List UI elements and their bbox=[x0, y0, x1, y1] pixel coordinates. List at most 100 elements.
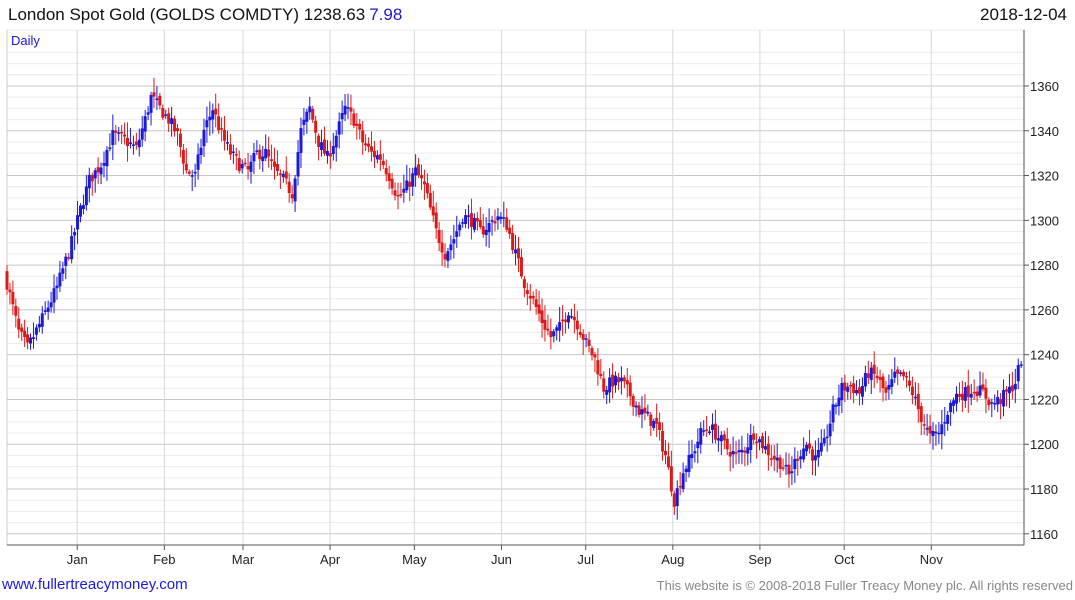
ohlc-body bbox=[164, 114, 168, 116]
x-tick-label: Aug bbox=[661, 552, 684, 567]
ohlc-body bbox=[781, 467, 785, 469]
ohlc-body bbox=[540, 310, 544, 323]
y-tick-label: 1160 bbox=[1030, 527, 1058, 542]
ohlc-body bbox=[361, 130, 365, 143]
ohlc-body bbox=[640, 409, 644, 415]
ohlc-body bbox=[619, 377, 623, 382]
ohlc-body bbox=[508, 227, 512, 234]
ohlc-body bbox=[440, 242, 444, 253]
ohlc-body bbox=[387, 173, 391, 182]
ohlc-body bbox=[581, 333, 585, 340]
ohlc-body bbox=[428, 192, 432, 208]
ohlc-body bbox=[14, 305, 18, 316]
ohlc-body bbox=[572, 316, 576, 321]
ohlc-body bbox=[140, 128, 144, 140]
ohlc-body bbox=[425, 183, 429, 194]
ohlc-body bbox=[631, 395, 635, 407]
ohlc-body bbox=[511, 233, 515, 251]
ohlc-body bbox=[102, 163, 106, 166]
ohlc-body bbox=[340, 113, 344, 120]
ohlc-body bbox=[128, 142, 132, 144]
ohlc-body bbox=[322, 139, 326, 154]
ohlc-body bbox=[358, 123, 362, 130]
ohlc-body bbox=[452, 239, 456, 244]
ohlc-body bbox=[287, 181, 291, 194]
ohlc-body bbox=[922, 424, 926, 426]
ohlc-body bbox=[646, 411, 650, 414]
ohlc-body bbox=[869, 367, 873, 380]
ohlc-body bbox=[884, 387, 888, 393]
ohlc-body bbox=[264, 148, 268, 159]
ohlc-body bbox=[217, 116, 221, 131]
ohlc-body bbox=[990, 402, 994, 404]
ohlc-body bbox=[143, 116, 147, 132]
ohlc-body bbox=[464, 215, 468, 225]
ohlc-body bbox=[713, 423, 717, 440]
ohlc-body bbox=[878, 377, 882, 380]
ohlc-body bbox=[737, 450, 741, 453]
ohlc-body bbox=[484, 229, 488, 236]
ohlc-body bbox=[434, 212, 438, 229]
ohlc-body bbox=[681, 473, 685, 490]
ohlc-body bbox=[199, 147, 203, 156]
ohlc-body bbox=[26, 334, 30, 343]
x-tick-label: Mar bbox=[232, 552, 255, 567]
ohlc-body bbox=[611, 374, 615, 387]
ohlc-body bbox=[543, 319, 547, 330]
ohlc-body bbox=[778, 457, 782, 469]
ohlc-body bbox=[678, 485, 682, 488]
ohlc-body bbox=[381, 160, 385, 166]
ohlc-body bbox=[605, 390, 609, 395]
ohlc-body bbox=[960, 393, 964, 401]
ohlc-body bbox=[240, 163, 244, 169]
ohlc-body bbox=[858, 387, 862, 394]
ohlc-body bbox=[940, 424, 944, 435]
website-link[interactable]: www.fullertreacymoney.com bbox=[2, 576, 188, 593]
ohlc-body bbox=[616, 377, 620, 383]
ohlc-body bbox=[246, 166, 250, 170]
ohlc-body bbox=[337, 121, 341, 135]
ohlc-body bbox=[170, 118, 174, 125]
ohlc-body bbox=[296, 152, 300, 177]
ohlc-body bbox=[916, 393, 920, 410]
ohlc-body bbox=[625, 380, 629, 385]
ohlc-body bbox=[890, 379, 894, 387]
ohlc-body bbox=[31, 337, 35, 339]
ohlc-body bbox=[593, 354, 597, 358]
ohlc-body bbox=[214, 108, 218, 115]
ohlc-body bbox=[311, 108, 315, 120]
ohlc-body bbox=[866, 373, 870, 378]
ohlc-body bbox=[614, 375, 618, 386]
ohlc-body bbox=[528, 295, 532, 299]
ohlc-body bbox=[258, 149, 262, 160]
ohlc-body bbox=[328, 153, 332, 157]
ohlc-body bbox=[446, 251, 450, 261]
ohlc-body bbox=[575, 320, 579, 330]
ohlc-body bbox=[569, 316, 573, 318]
y-tick-label: 1300 bbox=[1030, 213, 1059, 228]
ohlc-body bbox=[417, 164, 421, 176]
ohlc-body bbox=[458, 224, 462, 231]
ohlc-body bbox=[472, 217, 476, 230]
ohlc-body bbox=[684, 468, 688, 473]
ohlc-body bbox=[928, 426, 932, 434]
ohlc-body bbox=[957, 394, 961, 397]
ohlc-body bbox=[123, 134, 127, 137]
ohlc-body bbox=[176, 128, 180, 132]
ohlc-body bbox=[314, 120, 318, 133]
ohlc-body bbox=[281, 173, 285, 178]
ohlc-body bbox=[561, 319, 565, 322]
ohlc-body bbox=[437, 229, 441, 244]
ohlc-body bbox=[1002, 390, 1006, 407]
ohlc-body bbox=[496, 216, 500, 221]
ohlc-body bbox=[419, 175, 423, 179]
ohlc-body bbox=[719, 435, 723, 442]
ohlc-body bbox=[181, 149, 185, 164]
ohlc-body bbox=[202, 129, 206, 147]
ohlc-body bbox=[661, 431, 665, 452]
ohlc-body bbox=[481, 226, 485, 235]
ohlc-body bbox=[184, 163, 188, 171]
ohlc-body bbox=[490, 220, 494, 222]
ohlc-body bbox=[346, 107, 350, 109]
ohlc-body bbox=[370, 146, 374, 152]
